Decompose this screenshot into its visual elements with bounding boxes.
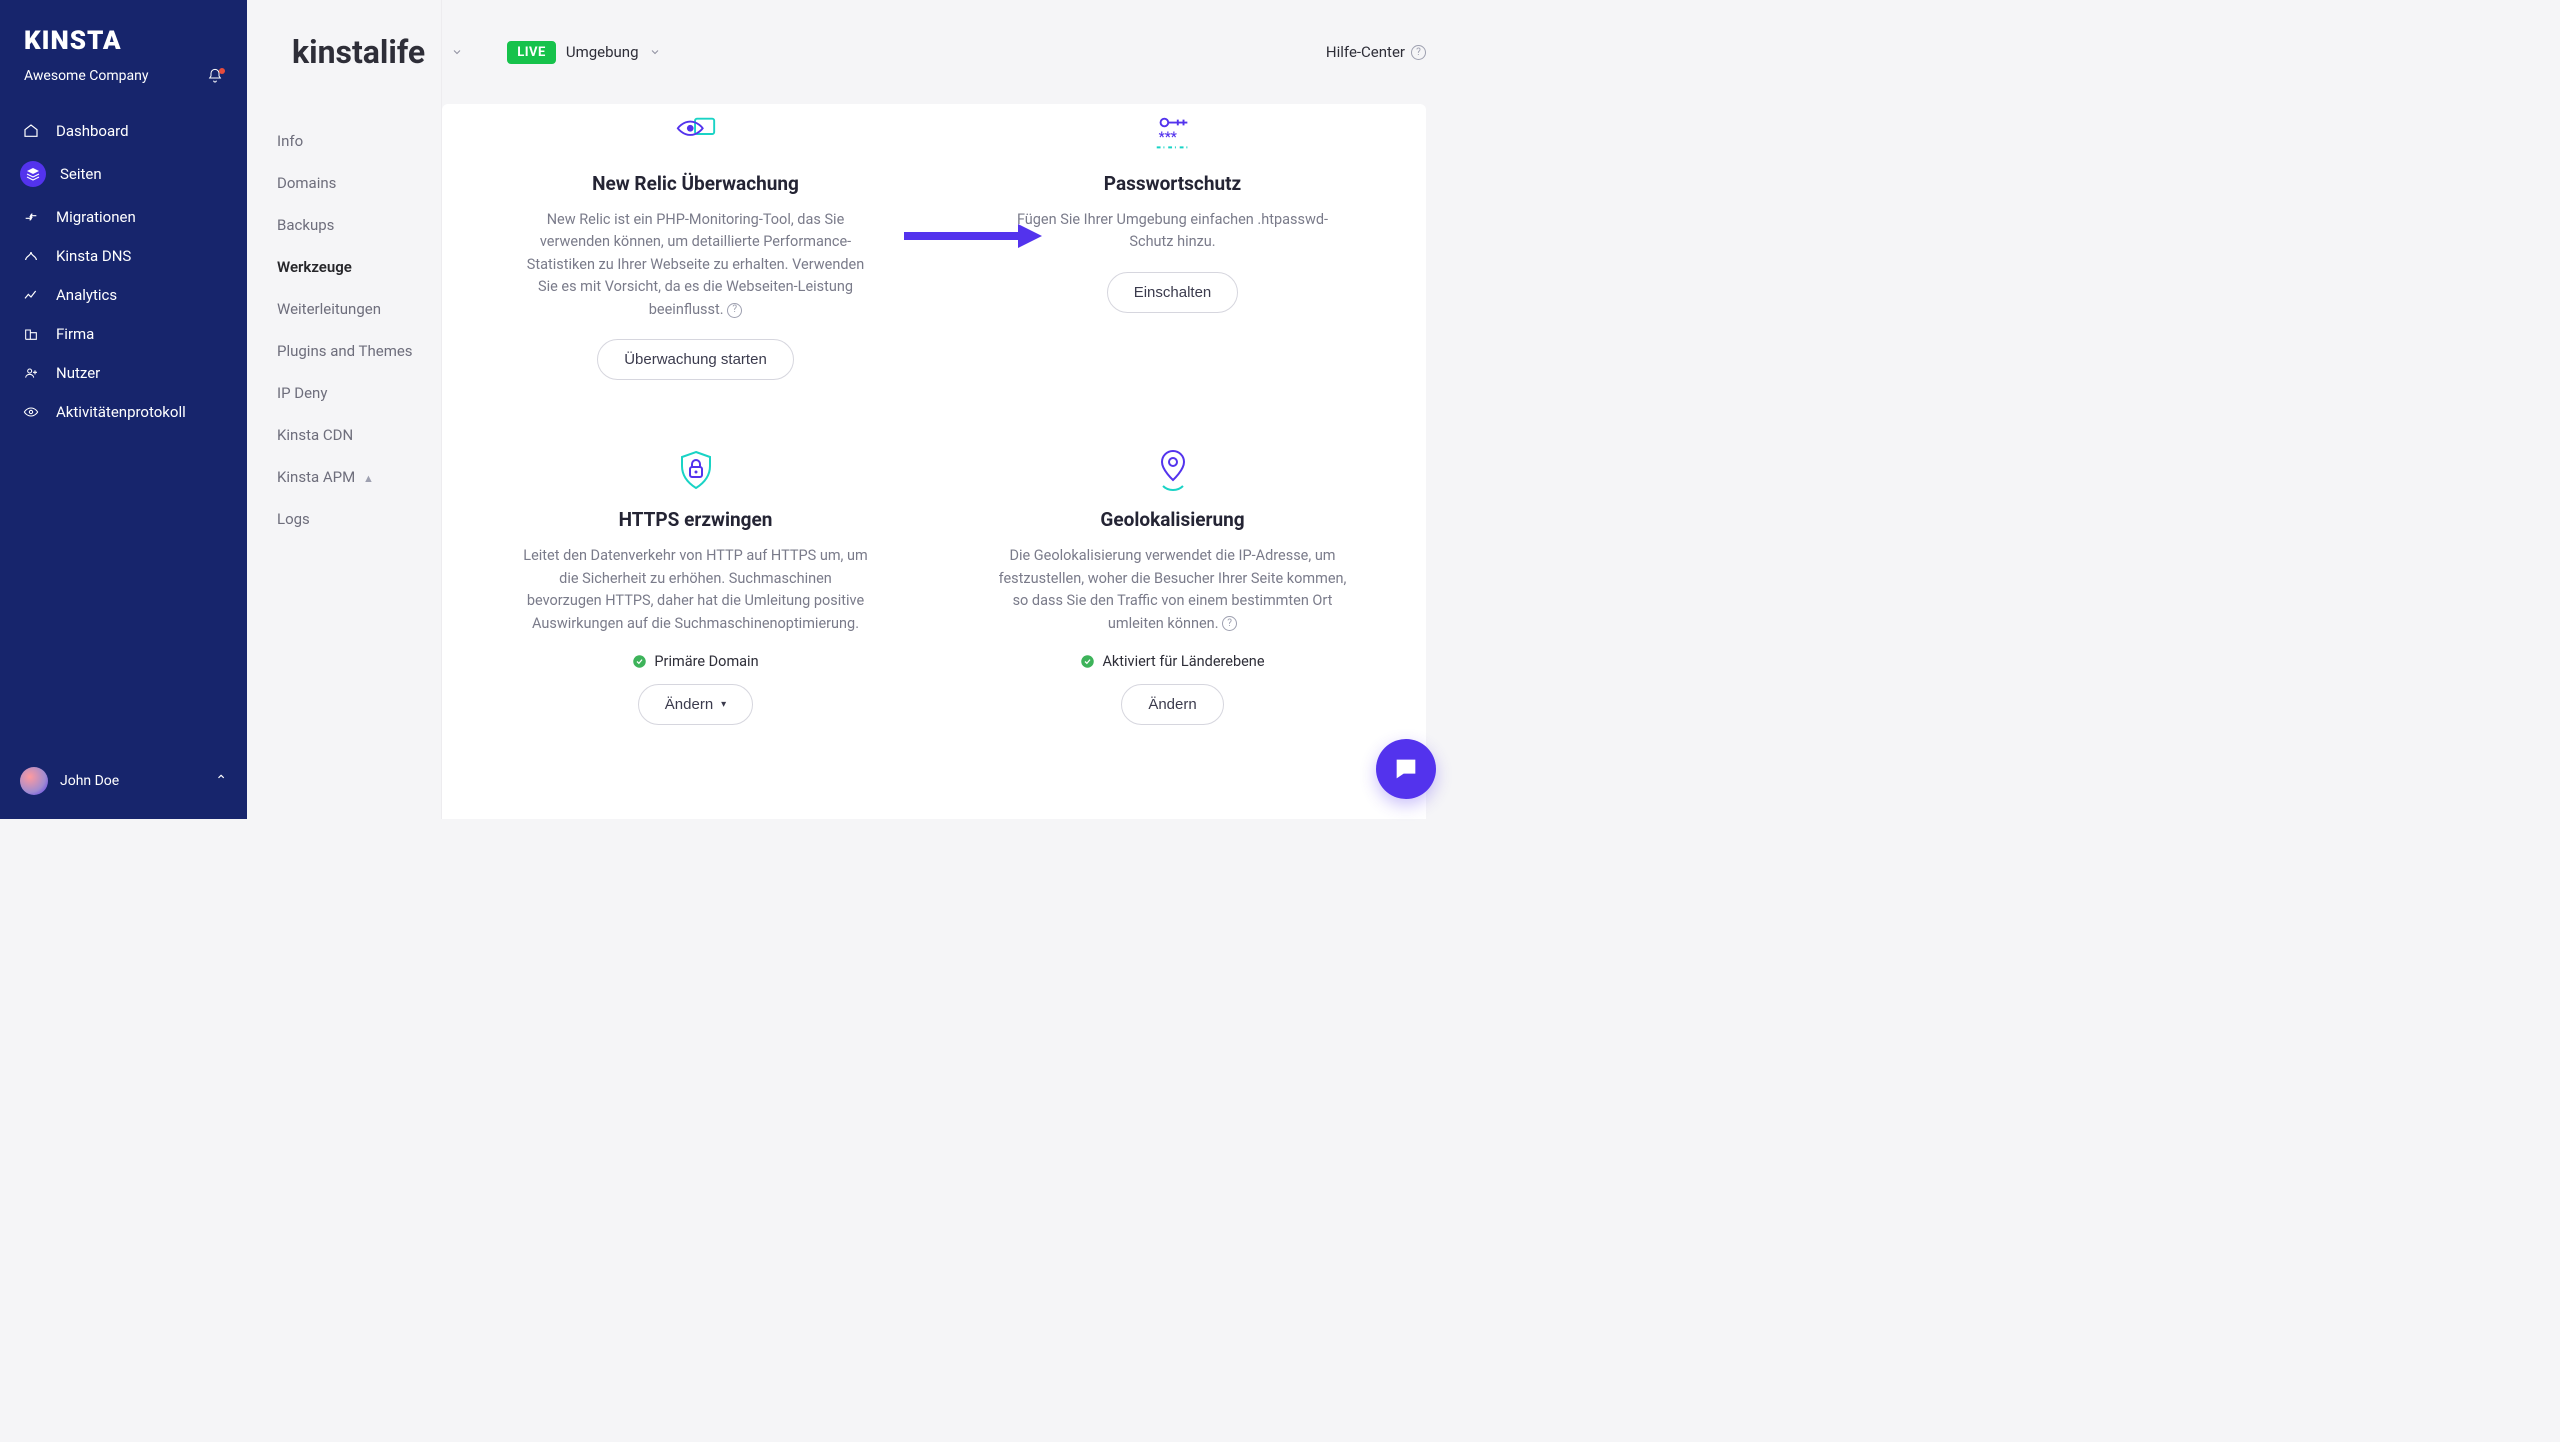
tool-card-password: *** Passwortschutz Fügen Sie Ihrer Umgeb… (959, 114, 1386, 380)
sidebar-item-label: Aktivitätenprotokoll (56, 403, 186, 421)
sidebar-secondary: Info Domains Backups Werkzeuge Weiterlei… (247, 0, 442, 819)
sidebar-item-label: Kinsta DNS (56, 247, 131, 265)
help-icon[interactable]: ? (727, 303, 742, 318)
sec-item-backups[interactable]: Backups (277, 204, 425, 246)
newrelic-enable-button[interactable]: Überwachung starten (597, 339, 794, 380)
chat-fab[interactable] (1376, 739, 1436, 799)
sec-item-domains[interactable]: Domains (277, 162, 425, 204)
svg-text:***: *** (1158, 131, 1176, 146)
sec-item-ipdeny[interactable]: IP Deny (277, 372, 425, 414)
tool-title: HTTPS erzwingen (619, 508, 773, 531)
tool-title: Passwortschutz (1104, 172, 1241, 195)
analytics-icon (20, 287, 42, 303)
main-area: kinstalife LIVE Umgebung Hilfe-Center ? (442, 0, 1456, 819)
user-name: John Doe (60, 773, 119, 789)
shield-lock-icon (674, 450, 718, 490)
nav-primary: Dashboard Seiten Migrationen Kinsta DNS … (0, 102, 247, 441)
eye-icon (20, 404, 42, 420)
newrelic-icon (674, 114, 718, 154)
tool-status-label: Aktiviert für Länderebene (1102, 653, 1264, 670)
user-menu[interactable]: John Doe ⌃ (0, 753, 247, 819)
check-icon (632, 654, 647, 669)
tool-desc: Die Geolokalisierung verwendet die IP-Ad… (998, 545, 1348, 635)
sidebar-item-company[interactable]: Firma (0, 315, 247, 353)
tool-title: Geolokalisierung (1100, 508, 1244, 531)
company-name: Awesome Company (24, 68, 148, 84)
geo-change-button[interactable]: Ändern (1121, 684, 1223, 725)
environment-selector[interactable]: LIVE Umgebung (507, 41, 660, 64)
sec-item-label: Kinsta APM (277, 468, 355, 486)
button-label: Einschalten (1134, 284, 1212, 301)
sec-item-logs[interactable]: Logs (277, 498, 425, 540)
sec-item-apm[interactable]: Kinsta APM ▲ (277, 456, 425, 498)
tool-status: Primäre Domain (632, 653, 758, 670)
tool-card-https: HTTPS erzwingen Leitet den Datenverkehr … (482, 450, 909, 725)
sidebar-item-label: Seiten (60, 165, 102, 183)
migrate-icon (20, 209, 42, 225)
brand-area: KINSTA (0, 0, 247, 62)
help-icon[interactable]: ? (1222, 616, 1237, 631)
button-label: Überwachung starten (624, 351, 767, 368)
password-enable-button[interactable]: Einschalten (1107, 272, 1239, 313)
tool-status-label: Primäre Domain (654, 653, 758, 670)
sidebar-item-label: Firma (56, 325, 94, 343)
tool-card-newrelic: New Relic Überwachung New Relic ist ein … (482, 114, 909, 380)
help-center-link[interactable]: Hilfe-Center ? (1326, 43, 1426, 61)
chevron-up-icon: ⌃ (215, 773, 227, 789)
sidebar-item-users[interactable]: Nutzer (0, 354, 247, 392)
sec-item-cdn[interactable]: Kinsta CDN (277, 414, 425, 456)
brand-logo: KINSTA (24, 26, 223, 56)
sidebar-item-migrations[interactable]: Migrationen (0, 198, 247, 236)
sidebar-item-label: Migrationen (56, 208, 136, 226)
sidebar-item-analytics[interactable]: Analytics (0, 276, 247, 314)
content-panel: New Relic Überwachung New Relic ist ein … (442, 104, 1426, 819)
company-icon (20, 326, 42, 342)
sidebar-item-label: Analytics (56, 286, 117, 304)
https-change-button[interactable]: Ändern ▾ (638, 684, 753, 725)
tools-grid: New Relic Überwachung New Relic ist ein … (482, 114, 1386, 725)
sidebar-item-dashboard[interactable]: Dashboard (0, 112, 247, 150)
sidebar-item-sites[interactable]: Seiten (0, 151, 247, 197)
tool-card-geo: Geolokalisierung Die Geolokalisierung ve… (959, 450, 1386, 725)
sec-item-tools[interactable]: Werkzeuge (277, 246, 425, 288)
help-center-label: Hilfe-Center (1326, 43, 1405, 61)
sidebar-item-activity[interactable]: Aktivitätenprotokoll (0, 393, 247, 431)
sidebar-item-label: Nutzer (56, 364, 100, 382)
tool-desc-text: New Relic ist ein PHP-Monitoring-Tool, d… (527, 211, 864, 318)
topbar: kinstalife LIVE Umgebung Hilfe-Center ? (442, 0, 1456, 104)
site-title: kinstalife (292, 33, 425, 71)
stack-icon (20, 161, 46, 187)
site-dropdown[interactable] (451, 46, 463, 58)
avatar (20, 767, 48, 795)
button-label: Ändern (665, 696, 713, 713)
sidebar-item-label: Dashboard (56, 122, 129, 140)
users-icon (20, 365, 42, 381)
sidebar-item-dns[interactable]: Kinsta DNS (0, 237, 247, 275)
chevron-down-icon (649, 46, 661, 58)
live-badge: LIVE (507, 41, 556, 64)
home-icon (20, 123, 42, 139)
sec-item-redirects[interactable]: Weiterleitungen (277, 288, 425, 330)
environment-label: Umgebung (566, 43, 639, 61)
button-label: Ändern (1148, 696, 1196, 713)
bell-icon[interactable] (207, 68, 223, 84)
password-icon: *** (1151, 114, 1195, 154)
sidebar-primary: KINSTA Awesome Company Dashboard Seiten … (0, 0, 247, 819)
dns-icon (20, 248, 42, 264)
beta-icon: ▲ (363, 472, 374, 485)
sec-item-info[interactable]: Info (277, 120, 425, 162)
tool-title: New Relic Überwachung (592, 172, 799, 195)
help-icon: ? (1411, 45, 1426, 60)
tool-desc: Fügen Sie Ihrer Umgebung einfachen .htpa… (998, 209, 1348, 254)
geo-pin-icon (1151, 450, 1195, 490)
sec-item-plugins[interactable]: Plugins and Themes (277, 330, 425, 372)
tool-desc: New Relic ist ein PHP-Monitoring-Tool, d… (521, 209, 871, 321)
tool-desc: Leitet den Datenverkehr von HTTP auf HTT… (521, 545, 871, 635)
company-row: Awesome Company (0, 62, 247, 102)
check-icon (1080, 654, 1095, 669)
chevron-down-icon: ▾ (721, 699, 726, 710)
tool-desc-text: Die Geolokalisierung verwendet die IP-Ad… (999, 547, 1347, 631)
tool-status: Aktiviert für Länderebene (1080, 653, 1264, 670)
